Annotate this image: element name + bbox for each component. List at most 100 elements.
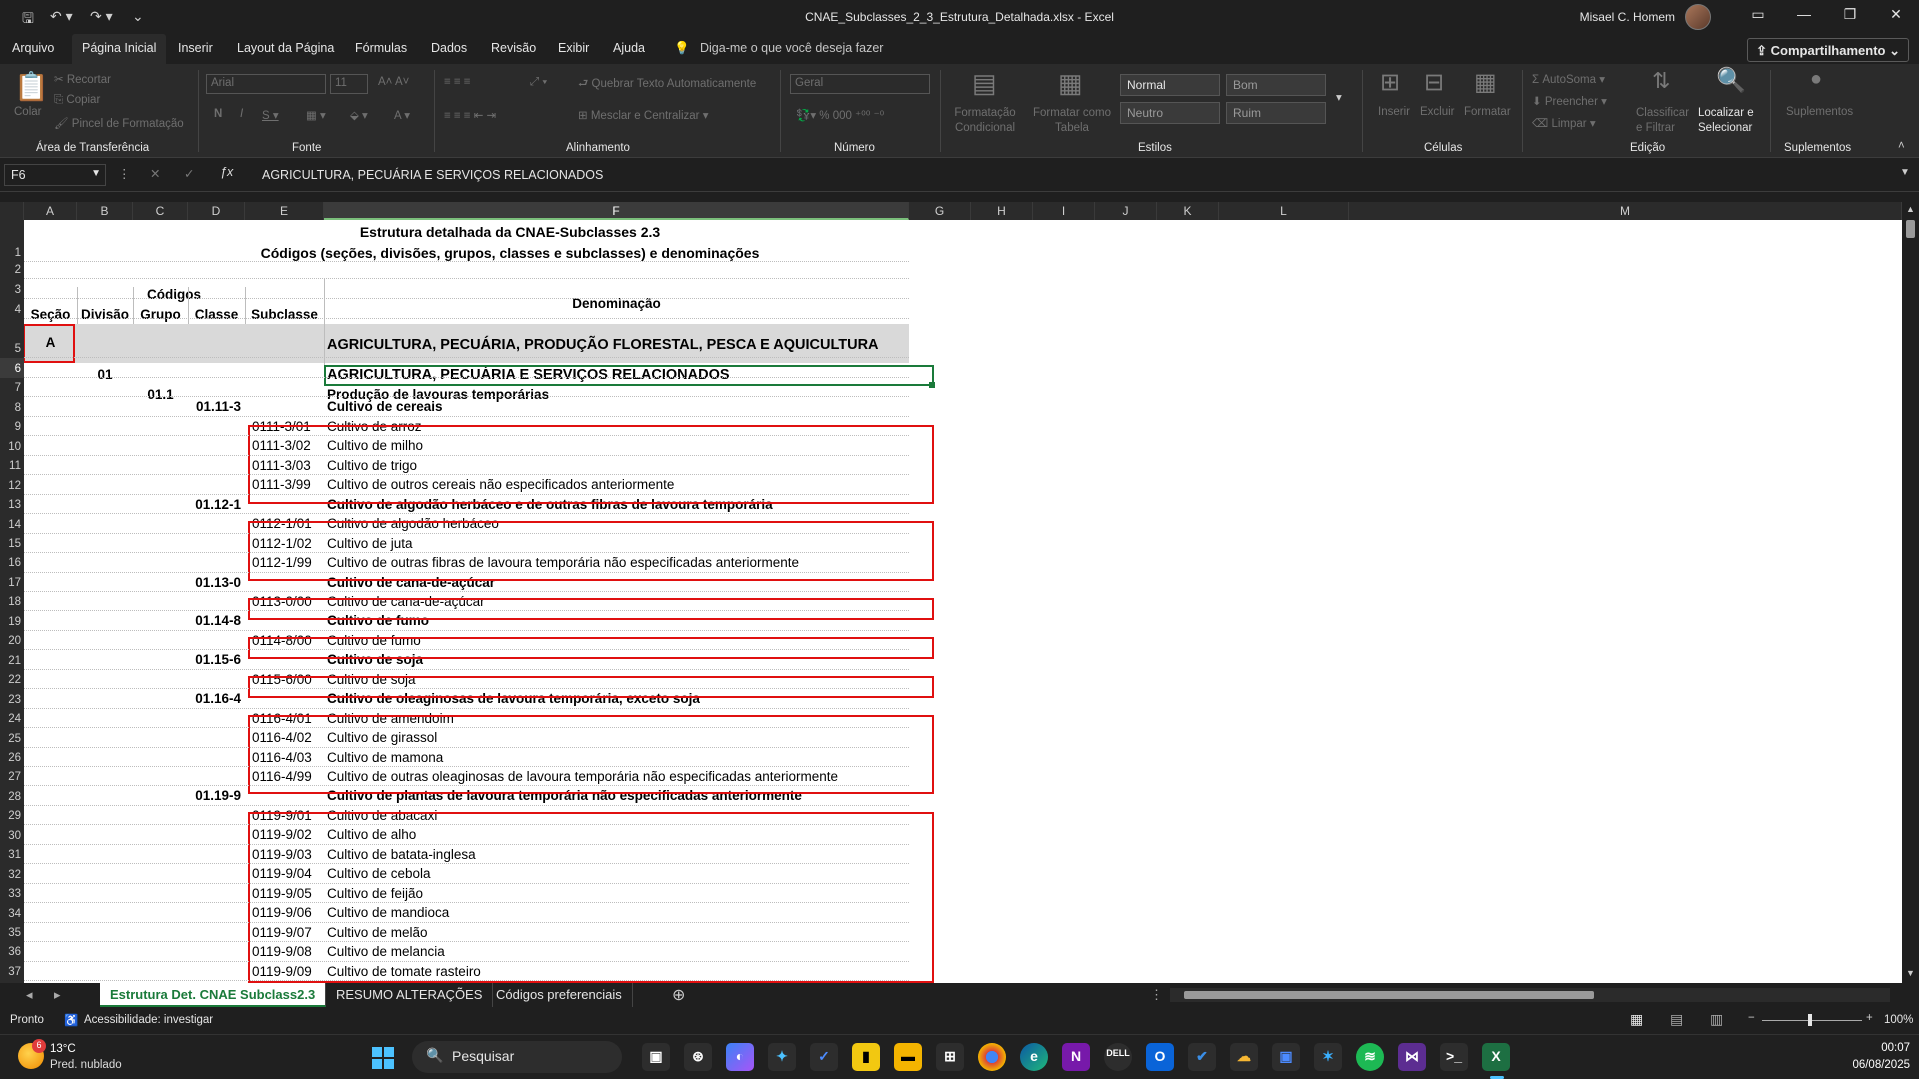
column-header[interactable]: M (1349, 202, 1902, 220)
border-icon[interactable]: ▦ ▾ (306, 108, 326, 122)
next-sheet-icon[interactable]: ▸ (54, 987, 61, 1003)
row-header[interactable]: 35 (0, 923, 24, 942)
app-icon[interactable]: ✶ (1314, 1043, 1342, 1071)
tab-arquivo[interactable]: Arquivo (12, 41, 54, 55)
insert-function-icon[interactable]: ƒx (220, 165, 233, 179)
zoom-slider-thumb[interactable] (1808, 1014, 1812, 1026)
worksheet-grid[interactable]: Estrutura detalhada da CNAE-Subclasses 2… (24, 220, 1902, 983)
autosum-button[interactable]: Σ AutoSoma ▾ (1532, 72, 1605, 86)
row-header[interactable]: 1 (0, 220, 24, 262)
outlook-icon[interactable]: O (1146, 1043, 1174, 1071)
currency-icon[interactable]: 💱▾ % 000 ⁺⁰⁰ ⁻⁰ (796, 108, 884, 122)
insert-cells-icon[interactable]: ⊞ (1380, 68, 1400, 97)
row-header[interactable]: 19 (0, 611, 24, 630)
row-header[interactable]: 11 (0, 456, 24, 475)
onenote-icon[interactable]: N (1062, 1043, 1090, 1071)
number-format-select[interactable]: Geral (790, 74, 930, 94)
add-sheet-icon[interactable]: ⊕ (672, 985, 685, 1005)
paste-icon[interactable]: 📋 (14, 70, 49, 103)
row-header[interactable]: 6 (0, 358, 24, 378)
fill-button[interactable]: ⬇ Preencher ▾ (1532, 94, 1607, 108)
style-normal[interactable]: Normal (1120, 74, 1220, 96)
style-neutro[interactable]: Neutro (1120, 102, 1220, 124)
visual-studio-icon[interactable]: ⋈ (1398, 1043, 1426, 1071)
dell-icon[interactable]: DELL (1104, 1043, 1132, 1071)
row-header[interactable]: 16 (0, 553, 24, 572)
edge-icon[interactable]: e (1020, 1043, 1048, 1071)
row-header[interactable]: 13 (0, 495, 24, 514)
row-header[interactable]: 17 (0, 573, 24, 592)
row-header[interactable]: 23 (0, 689, 24, 708)
row-header[interactable]: 33 (0, 884, 24, 903)
format-cells-icon[interactable]: ▦ (1474, 68, 1497, 97)
name-box[interactable]: F6 ▼ (4, 164, 106, 186)
search-icon[interactable]: 🔍 (1716, 66, 1746, 95)
zoom-slider[interactable] (1762, 1020, 1862, 1021)
page-layout-view-icon[interactable]: ▤ (1670, 1011, 1683, 1028)
sheet-tab-resumo[interactable]: RESUMO ALTERAÇÕES (326, 983, 494, 1007)
tab-dados[interactable]: Dados (431, 41, 467, 55)
row-header[interactable]: 15 (0, 534, 24, 553)
row-header[interactable]: 27 (0, 767, 24, 786)
column-header[interactable]: G (909, 202, 971, 220)
tab-inserir[interactable]: Inserir (178, 41, 213, 55)
row-header[interactable]: 32 (0, 864, 24, 883)
row-header[interactable]: 34 (0, 903, 24, 922)
row-header[interactable]: 37 (0, 962, 24, 981)
row-header[interactable]: 2 (0, 262, 24, 279)
row-header[interactable]: 9 (0, 417, 24, 436)
column-header[interactable]: K (1157, 202, 1219, 220)
style-bom[interactable]: Bom (1226, 74, 1326, 96)
copilot-icon[interactable]: ◐ (726, 1043, 754, 1071)
scroll-down-icon[interactable]: ▼ (1906, 968, 1915, 978)
sheet-tab-estrutura[interactable]: Estrutura Det. CNAE Subclass2.3 (100, 983, 327, 1007)
tab-exibir[interactable]: Exibir (558, 41, 589, 55)
chrome-icon[interactable] (978, 1043, 1006, 1071)
enter-icon[interactable]: ✓ (184, 166, 194, 181)
cancel-icon[interactable]: ✕ (150, 166, 160, 181)
minimize-icon[interactable]: — (1784, 6, 1824, 28)
row-header[interactable]: 28 (0, 786, 24, 805)
row-header[interactable]: 7 (0, 378, 24, 397)
formula-input[interactable]: AGRICULTURA, PECUÁRIA E SERVIÇOS RELACIO… (262, 168, 603, 182)
row-header[interactable]: 4 (0, 299, 24, 319)
sheet-tab-codigos[interactable]: Códigos preferenciais (486, 983, 633, 1007)
zoom-level[interactable]: 100% (1884, 1014, 1913, 1026)
horizontal-scrollbar[interactable] (1170, 988, 1890, 1002)
todo-icon[interactable]: ✔ (1188, 1043, 1216, 1071)
align-top-icon[interactable]: ≡ ≡ ≡ (444, 76, 471, 88)
merge-center-button[interactable]: ⊞ Mesclar e Centralizar ▾ (578, 108, 708, 122)
fill-color-icon[interactable]: ⬙ ▾ (350, 108, 368, 122)
row-header[interactable]: 3 (0, 279, 24, 299)
prev-sheet-icon[interactable]: ◂ (26, 987, 33, 1003)
windows-start-icon[interactable] (372, 1047, 394, 1069)
copy-button[interactable]: ⎘ Copiar (54, 94, 100, 107)
excel-icon[interactable]: X (1482, 1043, 1510, 1071)
font-name-select[interactable]: Arial (206, 74, 326, 94)
column-header[interactable]: H (971, 202, 1033, 220)
style-ruim[interactable]: Ruim (1226, 102, 1326, 124)
row-header[interactable]: 36 (0, 942, 24, 961)
powerbi-icon[interactable]: ▮ (852, 1043, 880, 1071)
ribbon-display-icon[interactable]: ▭ (1738, 6, 1778, 28)
select-all-corner[interactable] (0, 202, 24, 220)
app-icon[interactable]: ✓ (810, 1043, 838, 1071)
tab-formulas[interactable]: Fórmulas (355, 41, 407, 55)
font-size-select[interactable]: 11 (330, 74, 368, 94)
addins-icon[interactable]: ● (1810, 68, 1822, 91)
column-header[interactable]: C (133, 202, 188, 220)
underline-icon[interactable]: S ▾ (262, 108, 279, 122)
normal-view-icon[interactable]: ▦ (1630, 1011, 1643, 1028)
grow-font-icon[interactable]: A˄ A˅ (378, 76, 409, 88)
column-header[interactable]: D (188, 202, 245, 220)
row-header[interactable]: 25 (0, 728, 24, 747)
align-left-icon[interactable]: ≡ ≡ ≡ ⇤ ⇥ (444, 108, 496, 122)
spotify-icon[interactable]: ≋ (1356, 1043, 1384, 1071)
expand-formula-icon[interactable]: ▼ (1900, 167, 1910, 178)
terminal-icon[interactable]: >_ (1440, 1043, 1468, 1071)
row-header[interactable]: 22 (0, 670, 24, 689)
more-options-icon[interactable]: ⋮ (118, 166, 131, 181)
orientation-icon[interactable]: ⤢ ▾ (530, 76, 547, 89)
delete-cells-icon[interactable]: ⊟ (1424, 68, 1444, 97)
wrap-text-button[interactable]: ⮐ Quebrar Texto Automaticamente (578, 76, 756, 95)
